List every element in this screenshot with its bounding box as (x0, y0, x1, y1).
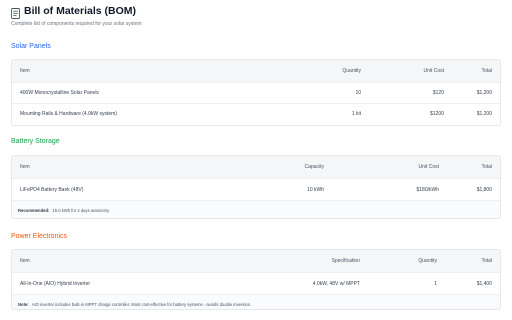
item-cell: LiFePO4 Battery Bank (48V) (20, 186, 84, 193)
capacity-cell: 10 kWh (307, 186, 324, 193)
column-header-specification: Specification (331, 258, 360, 264)
title-row: Bill of Materials (BOM) (11, 4, 501, 19)
unit-cost-cell: $120 (432, 89, 444, 96)
battery-storage-table: Item Capacity Unit Cost Total LiFePO4 Ba… (11, 155, 501, 219)
column-header-quantity: Quantity (418, 258, 437, 264)
total-cell: $1,400 (476, 280, 492, 287)
column-header-item: Item (20, 258, 30, 264)
column-header-total: Total (481, 67, 492, 74)
solar-panels-heading: Solar Panels (11, 43, 51, 50)
table-header-row: Item Specification Quantity Total (12, 250, 500, 272)
column-header-total: Total (481, 164, 492, 170)
quantity-cell: 1 kit (351, 111, 361, 118)
inverter-note: Note: AIO inverter includes built-in MPP… (12, 294, 500, 309)
note-label: Note: (18, 302, 29, 307)
solar-panels-table: Item Quantity Unit Cost Total 400W Monoc… (11, 59, 501, 126)
column-header-unit-cost: Unit Cost (418, 164, 439, 170)
column-header-unit-cost: Unit Cost (423, 67, 444, 74)
page-header: Bill of Materials (BOM) Complete list of… (11, 4, 501, 27)
table-row: 400W Monocrystalline Solar Panels 10 $12… (12, 81, 500, 104)
page-title: Bill of Materials (BOM) (24, 5, 137, 17)
power-electronics-table: Item Specification Quantity Total All-In… (11, 249, 501, 310)
power-electronics-heading: Power Electronics (11, 233, 68, 240)
total-cell: $1,800 (476, 186, 492, 193)
column-header-capacity: Capacity (304, 164, 324, 170)
table-row: All-In-One (AIO) Hybrid Inverter 4.0kW, … (12, 272, 500, 294)
battery-storage-heading: Battery Storage (11, 138, 60, 145)
total-cell: $1,200 (476, 89, 492, 96)
unit-cost-cell: $180/kWh (416, 186, 439, 193)
total-cell: $1,200 (476, 111, 492, 118)
note-text: 15.0 kWh for 2 days autonomy (52, 208, 110, 213)
note-label: Recommended: (18, 208, 50, 213)
table-row: Mounting Rails & Hardware (4.0kW system)… (12, 103, 500, 125)
column-header-item: Item (20, 164, 30, 170)
table-row: LiFePO4 Battery Bank (48V) 10 kWh $180/k… (12, 178, 500, 200)
recommendation-note: Recommended: 15.0 kWh for 2 days autonom… (12, 200, 500, 218)
table-header-row: Item Capacity Unit Cost Total (12, 156, 500, 178)
quantity-cell: 10 (355, 89, 361, 96)
note-text: AIO inverter includes built-in MPPT char… (31, 302, 252, 307)
item-cell: Mounting Rails & Hardware (4.0kW system) (20, 111, 117, 118)
item-cell: All-In-One (AIO) Hybrid Inverter (20, 280, 91, 287)
specification-cell: 4.0kW, 48V w/ MPPT (312, 280, 360, 287)
document-icon (11, 6, 20, 19)
column-header-quantity: Quantity (342, 67, 361, 74)
table-header-row: Item Quantity Unit Cost Total (12, 60, 500, 82)
unit-cost-cell: $1200 (430, 111, 444, 118)
quantity-cell: 1 (434, 280, 437, 287)
column-header-total: Total (481, 258, 492, 264)
item-cell: 400W Monocrystalline Solar Panels (20, 89, 99, 96)
column-header-item: Item (20, 67, 30, 74)
page-subtitle: Complete list of components required for… (11, 21, 142, 27)
